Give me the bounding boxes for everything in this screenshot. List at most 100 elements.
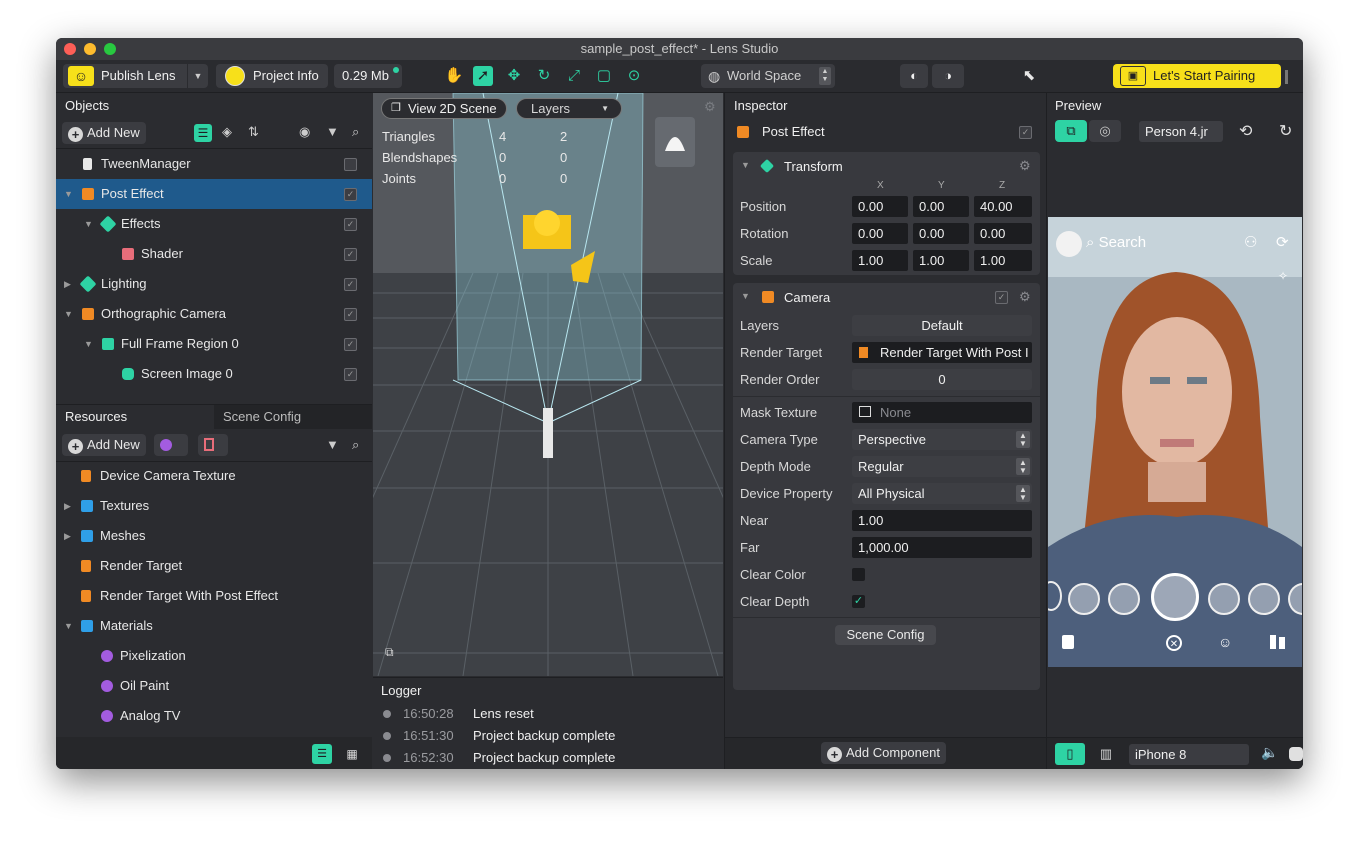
collapse-arrow-icon[interactable]: ▼: [741, 291, 750, 301]
rect-tool-icon[interactable]: ▢: [594, 66, 614, 86]
enabled-checkbox[interactable]: ✓: [344, 308, 357, 321]
gear-icon[interactable]: ⚙: [704, 99, 716, 115]
add-friend-icon[interactable]: ⚇: [1244, 233, 1257, 251]
tab-scene-config[interactable]: Scene Config: [214, 405, 372, 429]
scale-x-field[interactable]: 1.00: [852, 250, 908, 271]
resource-oil-paint[interactable]: Oil Paint: [56, 671, 372, 701]
bitmoji-avatar[interactable]: [1056, 231, 1082, 257]
preview-media-select[interactable]: Person 4.jr: [1139, 121, 1223, 142]
tree-item-post-effect[interactable]: ▼ Post Effect ✓: [56, 179, 372, 209]
expand-arrow-icon[interactable]: ▼: [84, 329, 93, 359]
tree-item-tweenmanager[interactable]: TweenManager: [56, 149, 372, 179]
layers-dropdown[interactable]: Layers ▼: [516, 98, 622, 119]
resources-add-new-button[interactable]: + Add New: [62, 434, 146, 456]
rotation-y-field[interactable]: 0.00: [913, 223, 969, 244]
depth-mode-select[interactable]: Regular ▲ ▼: [852, 456, 1032, 477]
expand-arrow-icon[interactable]: ▼: [84, 209, 93, 239]
pairing-button[interactable]: ▣ Let's Start Pairing: [1113, 64, 1281, 88]
expand-arrow-icon[interactable]: ▼: [64, 299, 73, 329]
speaker-icon[interactable]: 🔈: [1261, 744, 1278, 761]
portrait-button[interactable]: ▯: [1055, 743, 1085, 765]
lens-carousel-item[interactable]: [1108, 583, 1140, 615]
expand-view-icon[interactable]: ⧉: [385, 645, 394, 660]
face-icon[interactable]: ☺: [1218, 634, 1232, 650]
collapse-arrow-icon[interactable]: ▼: [741, 160, 750, 170]
enabled-checkbox[interactable]: ✓: [344, 218, 357, 231]
select-tool-icon[interactable]: ➚: [473, 66, 493, 86]
position-y-field[interactable]: 0.00: [913, 196, 969, 217]
publish-lens-button[interactable]: ☺ Publish Lens ▼: [63, 64, 208, 88]
close-window-button[interactable]: [64, 43, 76, 55]
search-icon[interactable]: ⌕: [352, 124, 359, 140]
preview-screen[interactable]: ⌕ Search ⚇ ⟳ ✧ ✕ ☺: [1048, 217, 1302, 667]
resource-render-target[interactable]: Render Target: [56, 551, 372, 581]
rotation-z-field[interactable]: 0.00: [974, 223, 1032, 244]
resource-analog-tv[interactable]: Analog TV: [56, 701, 372, 731]
focus-tool-icon[interactable]: ⊙: [624, 66, 644, 86]
position-x-field[interactable]: 0.00: [852, 196, 908, 217]
gear-icon[interactable]: ⚙: [1019, 289, 1031, 305]
rotation-x-field[interactable]: 0.00: [852, 223, 908, 244]
reset-icon[interactable]: ↻: [1279, 121, 1292, 141]
hand-tool-icon[interactable]: ✋: [444, 66, 464, 86]
enabled-checkbox[interactable]: [344, 158, 357, 171]
record-icon[interactable]: [1289, 747, 1303, 761]
filter-icon[interactable]: ▼: [326, 124, 339, 139]
add-component-button[interactable]: + Add Component: [821, 742, 946, 764]
flip-camera-icon[interactable]: ⟳: [1276, 233, 1289, 251]
lens-carousel-item[interactable]: [1068, 583, 1100, 615]
landscape-button[interactable]: ▥: [1091, 743, 1121, 765]
layers-select[interactable]: Default: [852, 315, 1032, 336]
list-view-icon[interactable]: ☰: [194, 124, 212, 142]
texture-button[interactable]: [198, 434, 228, 456]
far-field[interactable]: 1,000.00: [852, 537, 1032, 558]
mask-texture-field[interactable]: None: [852, 402, 1032, 423]
rotate-tool-icon[interactable]: ↻: [534, 66, 554, 86]
resource-materials-folder[interactable]: ▼ Materials: [56, 611, 372, 641]
resource-textures-folder[interactable]: ▶ Textures: [56, 491, 372, 521]
tab-resources[interactable]: Resources: [56, 405, 214, 429]
scale-y-field[interactable]: 1.00: [913, 250, 969, 271]
resource-meshes-folder[interactable]: ▶ Meshes: [56, 521, 372, 551]
minimize-window-button[interactable]: [84, 43, 96, 55]
objects-add-new-button[interactable]: + Add New: [62, 122, 146, 144]
preview-pair-button[interactable]: ◐: [900, 64, 928, 88]
scale-tool-icon[interactable]: ⤢: [564, 66, 584, 86]
expand-arrow-icon[interactable]: ▼: [64, 179, 73, 209]
enabled-checkbox[interactable]: ✓: [344, 338, 357, 351]
move-tool-icon[interactable]: ✥: [504, 66, 524, 86]
world-space-select[interactable]: ◍ World Space ▲ ▼: [701, 64, 835, 88]
device-property-select[interactable]: All Physical ▲ ▼: [852, 483, 1032, 504]
grid-view-icon[interactable]: ▦: [343, 744, 361, 764]
close-lens-icon[interactable]: ✕: [1166, 635, 1182, 651]
enabled-checkbox[interactable]: ✓: [344, 188, 357, 201]
preview-search[interactable]: ⌕ Search: [1086, 234, 1146, 251]
resource-render-target-post-effect[interactable]: Render Target With Post Effect: [56, 581, 372, 611]
search-icon[interactable]: ⌕: [352, 437, 359, 453]
clear-depth-checkbox[interactable]: ✓: [852, 595, 865, 608]
tree-item-full-frame-region[interactable]: ▼ Full Frame Region 0 ✓: [56, 329, 372, 359]
cursor-icon[interactable]: ⬉: [1019, 66, 1039, 86]
gear-icon[interactable]: ⚙: [1019, 158, 1031, 174]
object-enabled-checkbox[interactable]: ✓: [1019, 126, 1032, 139]
material-button[interactable]: [154, 434, 188, 456]
filter-icon[interactable]: ▼: [326, 437, 339, 452]
lens-carousel-item[interactable]: [1208, 583, 1240, 615]
tree-item-screen-image[interactable]: Screen Image 0 ✓: [56, 359, 372, 389]
expand-arrow-icon[interactable]: ▼: [64, 611, 73, 641]
layers-icon[interactable]: ◈: [222, 124, 232, 140]
render-target-field[interactable]: Render Target With Post I: [852, 342, 1032, 363]
sort-icon[interactable]: ⇅: [248, 124, 259, 140]
render-order-field[interactable]: 0: [852, 369, 1032, 390]
preview-mode-button[interactable]: ⧉: [1055, 120, 1087, 142]
view-2d-scene-button[interactable]: ❐ View 2D Scene: [381, 98, 507, 119]
project-info-button[interactable]: Project Info: [216, 64, 328, 88]
preview-send-button[interactable]: ◑: [932, 64, 964, 88]
enabled-checkbox[interactable]: ✓: [344, 248, 357, 261]
camera-enabled-checkbox[interactable]: ✓: [995, 291, 1008, 304]
stories-icon[interactable]: [1270, 635, 1286, 649]
tree-item-lighting[interactable]: ▶ Lighting ✓: [56, 269, 372, 299]
position-z-field[interactable]: 40.00: [974, 196, 1032, 217]
list-view-icon[interactable]: ☰: [312, 744, 332, 764]
eye-icon[interactable]: ◉: [299, 124, 310, 140]
